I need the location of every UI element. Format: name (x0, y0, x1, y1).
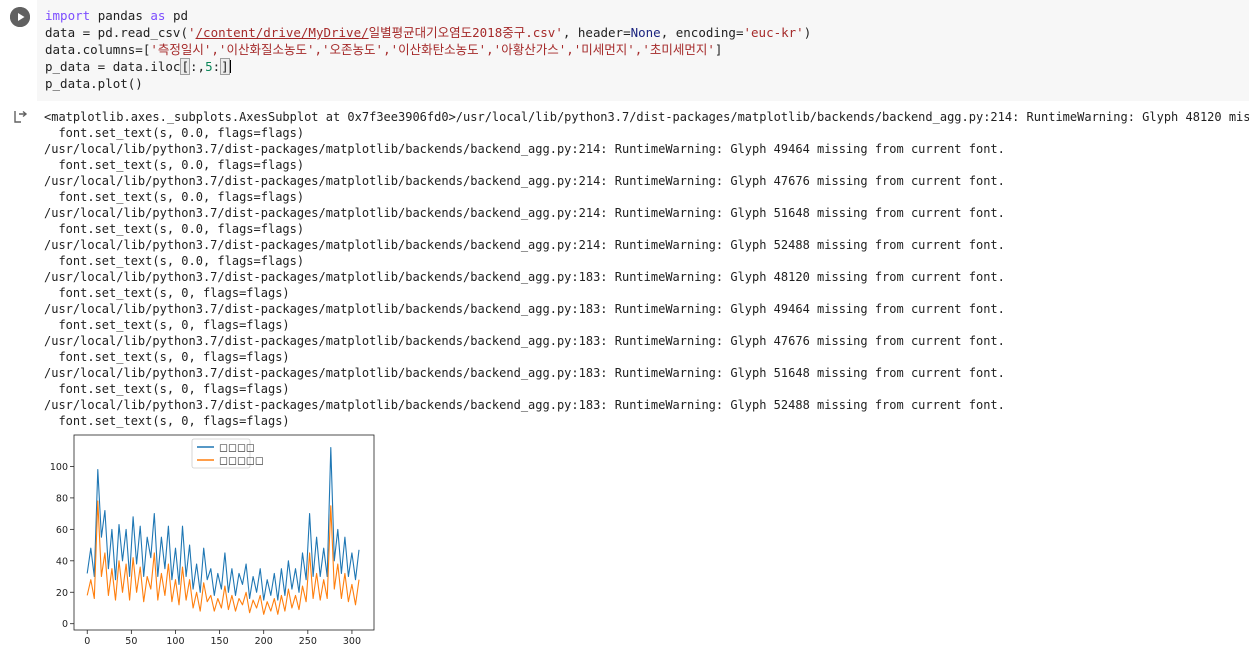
code-line-1: import pandas as pd (45, 8, 189, 23)
x-tick-label: 150 (211, 636, 229, 647)
code-cell[interactable]: import pandas as pd data = pd.read_csv('… (0, 0, 1249, 101)
y-tick-label: 0 (62, 619, 68, 630)
x-tick-label: 100 (166, 636, 184, 647)
x-tick-label: 200 (255, 636, 273, 647)
code-line-5: p_data.plot() (45, 76, 143, 91)
y-tick-label: 20 (56, 588, 68, 599)
legend-label-series-2: □□□□□ (219, 456, 264, 467)
play-circle-icon (10, 7, 30, 27)
text-cursor (229, 60, 231, 73)
x-tick-label: 300 (343, 636, 361, 647)
legend-label-series-1: □□□□ (219, 443, 255, 454)
x-tick-label: 50 (125, 636, 137, 647)
y-tick-label: 60 (56, 525, 68, 536)
output-area: <matplotlib.axes._subplots.AxesSubplot a… (0, 101, 1249, 654)
x-tick-label: 250 (299, 636, 317, 647)
y-tick-label: 80 (56, 493, 68, 504)
code-line-2: data = pd.read_csv('/content/drive/MyDri… (45, 25, 812, 40)
plot-figure: 0 50 100 150 200 250 300 0 20 40 60 80 100 □□□□ □□□□… (44, 431, 376, 648)
code-line-4: p_data = data.iloc[:,5:] (45, 58, 231, 75)
output-menu-button[interactable] (13, 109, 29, 128)
x-tick-label: 0 (84, 636, 90, 647)
code-editor[interactable]: import pandas as pd data = pd.read_csv('… (37, 0, 1249, 101)
y-tick-label: 100 (50, 462, 68, 473)
y-tick-label: 40 (56, 556, 68, 567)
code-line-3: data.columns=['측정일시','이산화질소농도','오존농도','이… (45, 42, 723, 57)
output-arrow-icon (14, 110, 28, 123)
run-cell-button[interactable] (10, 7, 30, 27)
code-text[interactable]: import pandas as pd data = pd.read_csv('… (45, 7, 811, 92)
output-text: <matplotlib.axes._subplots.AxesSubplot a… (44, 110, 1249, 428)
line-chart: 0 50 100 150 200 250 300 0 20 40 60 80 100 □□□□ □□□□… (50, 434, 375, 647)
